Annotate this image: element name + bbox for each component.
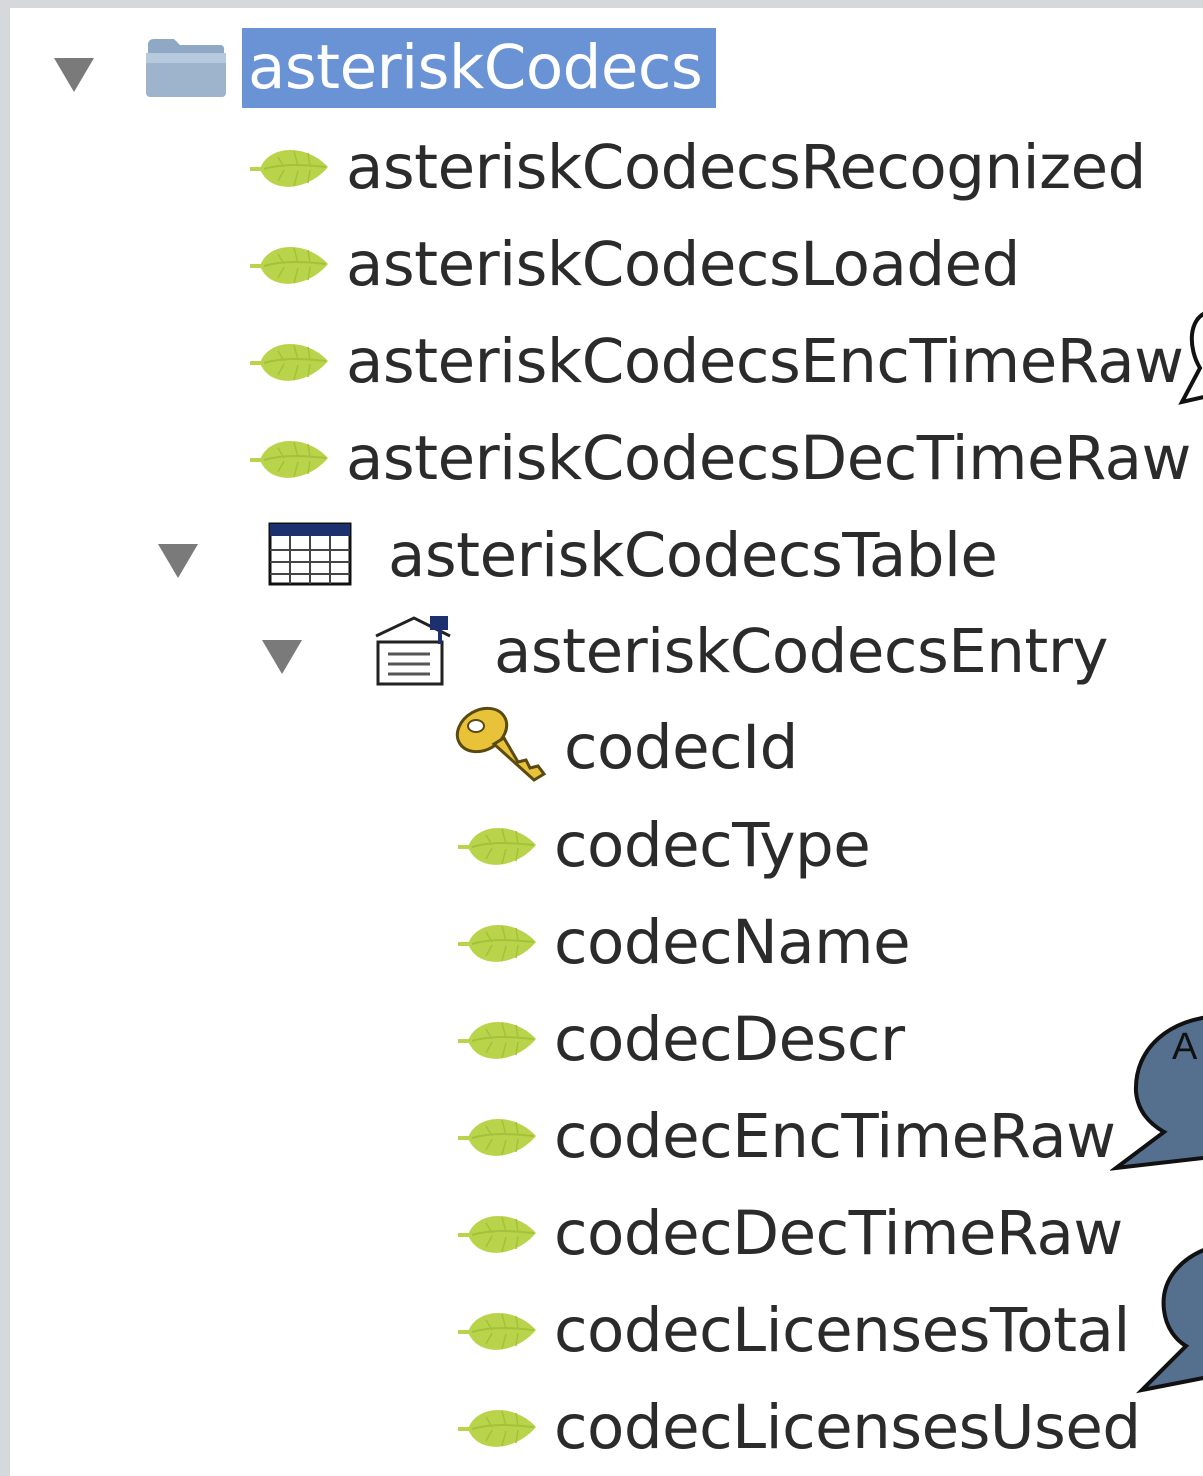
tree-node-label: asteriskCodecs	[242, 28, 717, 108]
tree-node-label: codecType	[554, 810, 871, 881]
leaf-icon	[248, 333, 332, 391]
tree-node-codectype[interactable]: codecType	[456, 806, 871, 886]
callout-bubble-bottom	[1135, 1248, 1203, 1394]
leaf-icon	[456, 1011, 540, 1069]
tree-node-label: asteriskCodecsDecTimeRaw	[346, 423, 1191, 494]
tree-node-codecname[interactable]: codecName	[456, 903, 911, 983]
leaf-icon	[248, 236, 332, 294]
disclosure-expanded-icon[interactable]	[262, 640, 302, 674]
leaf-icon	[248, 139, 332, 197]
tree-node-label: codecId	[564, 712, 798, 783]
tree-node-label: asteriskCodecsRecognized	[346, 132, 1146, 203]
leaf-icon	[456, 1205, 540, 1263]
leaf-icon	[456, 1302, 540, 1360]
leaf-icon	[456, 1399, 540, 1457]
tree-node-label: codecLicensesUsed	[554, 1392, 1141, 1463]
tree-node-asteriskcodecsdectimeraw[interactable]: asteriskCodecsDecTimeRaw	[248, 419, 1191, 499]
tree-node-asteriskcodecsenctimeraw[interactable]: asteriskCodecsEncTimeRaw	[248, 322, 1184, 402]
tree-node-label: asteriskCodecsEntry	[494, 616, 1109, 687]
tree-node-codecenctimeraw[interactable]: codecEncTimeRaw	[456, 1097, 1116, 1177]
leaf-icon	[248, 430, 332, 488]
leaf-icon	[456, 817, 540, 875]
mib-tree-panel: asteriskCodecs asteriskCodecsRecognized …	[10, 8, 1203, 1476]
leaf-icon	[456, 914, 540, 972]
tree-node-codecdescr[interactable]: codecDescr	[456, 1000, 905, 1080]
leaf-icon	[456, 1108, 540, 1166]
callout-bubble-top	[1178, 312, 1203, 405]
tree-node-codeclicensestotal[interactable]: codecLicensesTotal	[456, 1291, 1130, 1371]
tree-node-label: codecDescr	[554, 1004, 905, 1075]
tree-node-label: asteriskCodecsLoaded	[346, 229, 1020, 300]
tree-node-asteriskcodecstable[interactable]: asteriskCodecsTable	[268, 516, 998, 596]
tree-node-label: codecLicensesTotal	[554, 1295, 1130, 1366]
tree-node-asteriskcodecsentry[interactable]: asteriskCodecsEntry	[370, 612, 1109, 692]
tree-node-label: codecName	[554, 907, 911, 978]
tree-node-codecdectimeraw[interactable]: codecDecTimeRaw	[456, 1194, 1123, 1274]
folder-icon	[144, 33, 228, 103]
tree-node-asteriskcodecs[interactable]: asteriskCodecs	[144, 28, 717, 108]
tree-node-label: codecDecTimeRaw	[554, 1198, 1123, 1269]
entry-icon	[370, 614, 454, 690]
key-icon	[452, 704, 548, 792]
tree-node-label: asteriskCodecsTable	[388, 520, 998, 591]
tree-node-asteriskcodecsloaded[interactable]: asteriskCodecsLoaded	[248, 225, 1020, 305]
callout-text: A	[1172, 1026, 1198, 1068]
tree-node-asteriskcodecsrecognized[interactable]: asteriskCodecsRecognized	[248, 128, 1146, 208]
tree-node-codeclicensesused[interactable]: codecLicensesUsed	[456, 1388, 1141, 1468]
tree-node-label: codecEncTimeRaw	[554, 1101, 1116, 1172]
disclosure-expanded-icon[interactable]	[158, 544, 198, 578]
tree-node-label: asteriskCodecsEncTimeRaw	[346, 326, 1184, 397]
disclosure-expanded-icon[interactable]	[54, 58, 94, 92]
table-icon	[268, 522, 352, 590]
tree-node-codecid[interactable]: codecId	[452, 706, 798, 788]
